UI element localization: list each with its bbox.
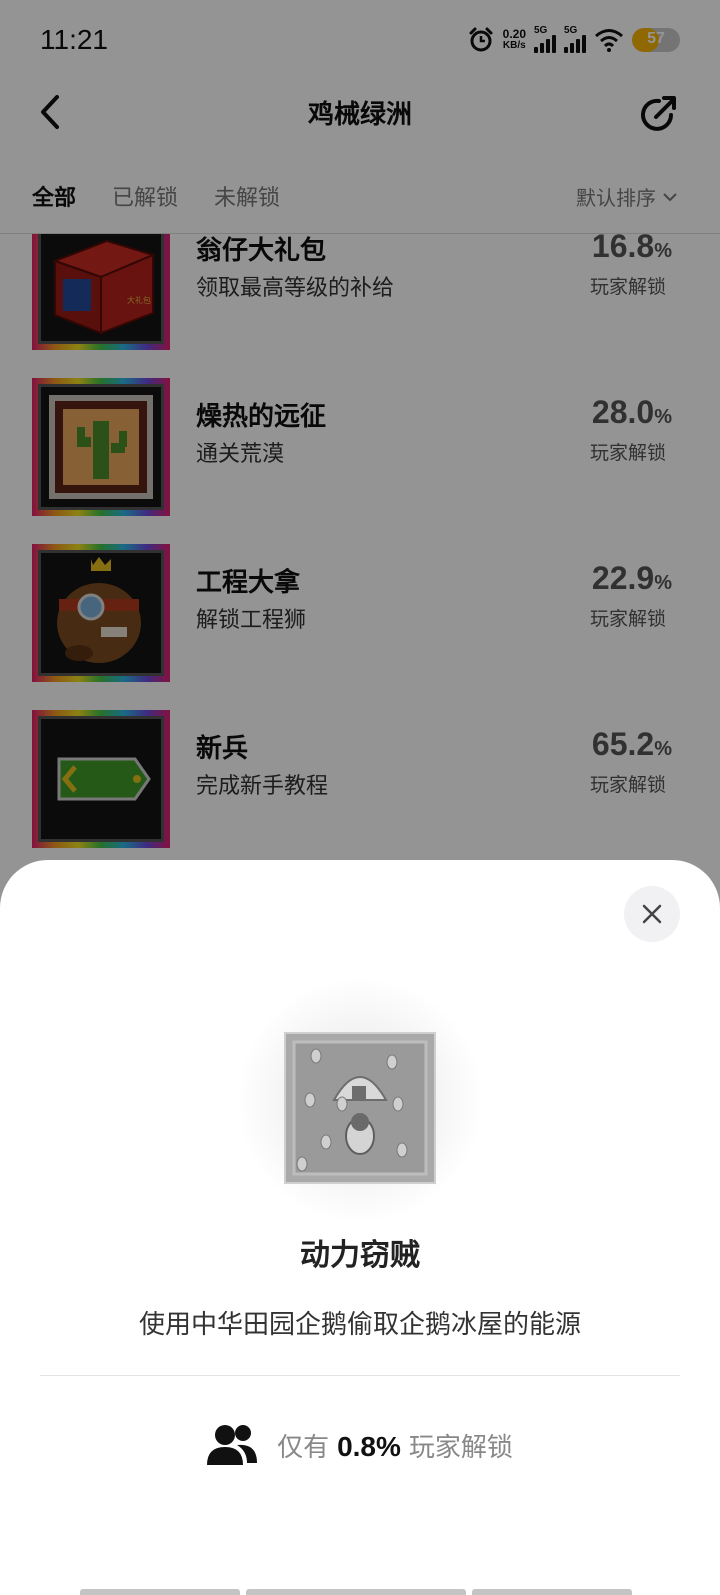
stat-value: 0.8% <box>337 1430 401 1462</box>
igloo-penguin-icon <box>284 1032 436 1184</box>
unlock-stat: 仅有 0.8% 玩家解锁 <box>0 1420 720 1470</box>
unlock-stat-text: 仅有 0.8% 玩家解锁 <box>277 1427 513 1464</box>
close-icon <box>642 904 662 924</box>
detail-description: 使用中华田园企鹅偷取企鹅冰屋的能源 <box>138 1310 581 1340</box>
achievement-detail-sheet: 动力窃贼 使用中华田园企鹅偷取企鹅冰屋的能源 仅有 0.8% 玩家解锁 <box>0 860 720 1595</box>
detail-title: 动力窃贼 <box>300 1238 420 1273</box>
stat-suffix: 玩家解锁 <box>408 1432 513 1463</box>
bottom-scroll-bars <box>80 1589 640 1595</box>
users-icon <box>207 1425 258 1465</box>
divider <box>40 1375 680 1376</box>
close-button[interactable] <box>624 886 680 942</box>
stat-prefix: 仅有 <box>277 1432 330 1463</box>
